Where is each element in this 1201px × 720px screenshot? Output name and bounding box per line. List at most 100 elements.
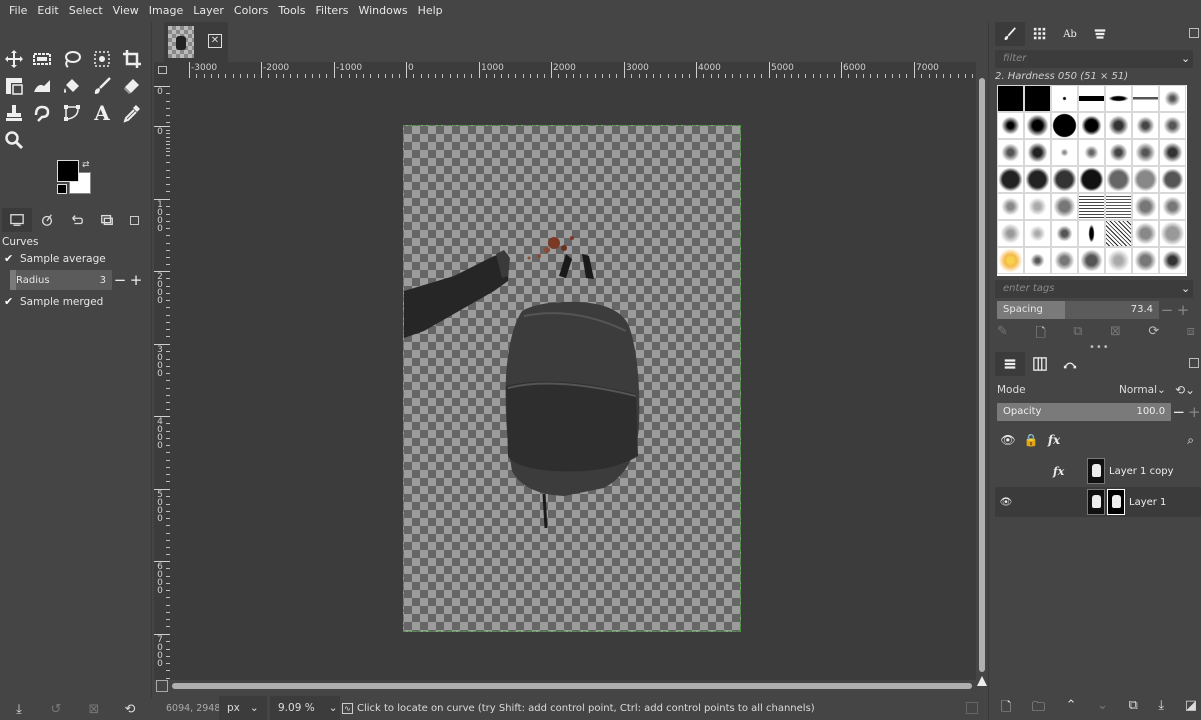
smudge-icon[interactable]: [30, 101, 54, 125]
text-icon[interactable]: A: [90, 101, 114, 125]
swap-colors-icon[interactable]: ⇄: [82, 160, 92, 170]
lock-icon[interactable]: 🔒: [1019, 433, 1043, 447]
menu-windows[interactable]: Windows: [353, 0, 412, 22]
patterns-tab[interactable]: [1025, 22, 1055, 46]
menu-tools[interactable]: Tools: [273, 0, 310, 22]
menu-view[interactable]: View: [108, 0, 144, 22]
chevron-down-icon[interactable]: ⌄: [1181, 282, 1190, 295]
brush-preview[interactable]: [1105, 193, 1132, 220]
spacing-decrement-button[interactable]: −: [1159, 300, 1175, 320]
radius-increment-button[interactable]: +: [128, 270, 144, 290]
edit-brush-icon[interactable]: ✎: [997, 324, 1008, 344]
zoom-icon[interactable]: [2, 128, 26, 152]
brush-preview[interactable]: [1159, 166, 1186, 193]
menu-colors[interactable]: Colors: [229, 0, 273, 22]
foreground-color-swatch[interactable]: [57, 160, 79, 182]
brush-preview[interactable]: [1132, 85, 1159, 112]
paths-tab[interactable]: [1055, 352, 1085, 376]
menu-layer[interactable]: Layer: [188, 0, 229, 22]
crop-icon[interactable]: [120, 47, 144, 71]
restore-options-icon[interactable]: ↺: [47, 700, 65, 718]
fx-icon[interactable]: fx: [1043, 433, 1065, 447]
radius-field[interactable]: Radius 3: [10, 270, 112, 290]
quick-mask-toggle[interactable]: [154, 62, 170, 78]
brush-preview[interactable]: [1024, 139, 1051, 166]
warp-icon[interactable]: [30, 74, 54, 98]
vertical-scroll-thumb[interactable]: [979, 78, 985, 672]
document-history-tab[interactable]: [1085, 22, 1115, 46]
brush-preview[interactable]: [1159, 85, 1186, 112]
raise-layer-icon[interactable]: ⌃: [1066, 698, 1077, 718]
brush-preview[interactable]: [1024, 166, 1051, 193]
navigate-icon[interactable]: [977, 676, 987, 686]
horizontal-scroll-thumb[interactable]: [172, 683, 972, 689]
menu-file[interactable]: File: [4, 0, 32, 22]
brush-preview[interactable]: [1078, 193, 1105, 220]
add-mask-icon[interactable]: ◪: [1185, 698, 1197, 718]
vertical-ruler[interactable]: 0 0 1000 2000 3000 4000 5000 6000 7000: [154, 78, 170, 680]
horizontal-ruler[interactable]: -3000 -2000 -1000 0 1000 2000 3000 4000 5000 6000…: [170, 62, 976, 78]
image-canvas[interactable]: [403, 125, 741, 632]
new-brush-icon[interactable]: 🗋: [1035, 324, 1045, 344]
tab-menu-icon[interactable]: [122, 208, 146, 232]
brush-preview[interactable]: [1132, 112, 1159, 139]
brush-preview[interactable]: [1051, 85, 1078, 112]
brush-preview[interactable]: [1051, 193, 1078, 220]
brush-preview[interactable]: [1105, 247, 1132, 274]
brush-preview[interactable]: [1024, 85, 1051, 112]
layer-row[interactable]: 👁 Layer 1: [995, 487, 1201, 517]
brush-preview[interactable]: [1024, 112, 1051, 139]
close-icon[interactable]: ✕: [208, 34, 222, 48]
save-options-icon[interactable]: ⤓: [10, 700, 28, 718]
brush-preview[interactable]: [1078, 139, 1105, 166]
brush-preview[interactable]: [997, 220, 1024, 247]
opacity-field[interactable]: Opacity 100.0: [997, 403, 1172, 421]
brush-preview[interactable]: [1078, 220, 1105, 247]
layer-name[interactable]: Layer 1: [1129, 497, 1166, 508]
menu-filters[interactable]: Filters: [310, 0, 353, 22]
chevron-down-icon[interactable]: ⌄: [1157, 384, 1166, 396]
duplicate-brush-icon[interactable]: ⧉: [1073, 324, 1082, 344]
mode-switch-icon[interactable]: ⟲⌄: [1175, 383, 1195, 397]
bucket-fill-icon[interactable]: [60, 74, 84, 98]
spacing-field[interactable]: Spacing 73.4: [997, 301, 1159, 319]
brush-preview[interactable]: [1105, 166, 1132, 193]
channels-tab[interactable]: [1025, 352, 1055, 376]
chevron-down-icon[interactable]: ⌄: [1181, 52, 1190, 65]
brush-preview[interactable]: [1105, 112, 1132, 139]
brush-preview[interactable]: [997, 112, 1024, 139]
zoom-to-fit-icon[interactable]: [156, 680, 168, 692]
new-layer-group-icon[interactable]: 🗀: [1032, 698, 1045, 718]
radius-decrement-button[interactable]: −: [112, 270, 128, 290]
color-picker-icon[interactable]: [120, 101, 144, 125]
radius-spin-scale[interactable]: Radius 3 − +: [10, 270, 148, 290]
brush-preview[interactable]: [1132, 166, 1159, 193]
opacity-spin-scale[interactable]: Opacity 100.0 − +: [997, 402, 1201, 422]
paths-icon[interactable]: [60, 101, 84, 125]
dock-menu-icon[interactable]: [1189, 358, 1199, 368]
brush-preview[interactable]: [1159, 220, 1186, 247]
brush-preview[interactable]: [1105, 139, 1132, 166]
clone-icon[interactable]: [2, 101, 26, 125]
brush-preview[interactable]: [1024, 220, 1051, 247]
opacity-increment-button[interactable]: +: [1187, 402, 1201, 422]
sample-average-checkbox[interactable]: ✔ Sample average: [4, 253, 106, 266]
vertical-scrollbar[interactable]: [976, 62, 988, 688]
brush-preview[interactable]: [1024, 247, 1051, 274]
brush-preview[interactable]: [997, 247, 1024, 274]
brush-preview[interactable]: [1159, 247, 1186, 274]
brush-preview[interactable]: [1132, 139, 1159, 166]
brush-preview[interactable]: [1051, 220, 1078, 247]
sample-merged-checkbox[interactable]: ✔ Sample merged: [4, 296, 103, 309]
layers-tab[interactable]: [995, 352, 1025, 376]
eraser-icon[interactable]: [120, 74, 144, 98]
layer-name[interactable]: Layer 1 copy: [1109, 466, 1173, 477]
menu-edit[interactable]: Edit: [32, 0, 63, 22]
brush-preview[interactable]: [997, 85, 1024, 112]
horizontal-scrollbar[interactable]: [170, 680, 976, 692]
open-brush-as-image-icon[interactable]: ⧈: [1187, 324, 1195, 344]
fuzzy-select-icon[interactable]: [90, 47, 114, 71]
brush-preview[interactable]: [1132, 220, 1159, 247]
delete-options-icon[interactable]: ⊠: [85, 700, 103, 718]
unit-select[interactable]: px ⌄: [219, 696, 267, 720]
